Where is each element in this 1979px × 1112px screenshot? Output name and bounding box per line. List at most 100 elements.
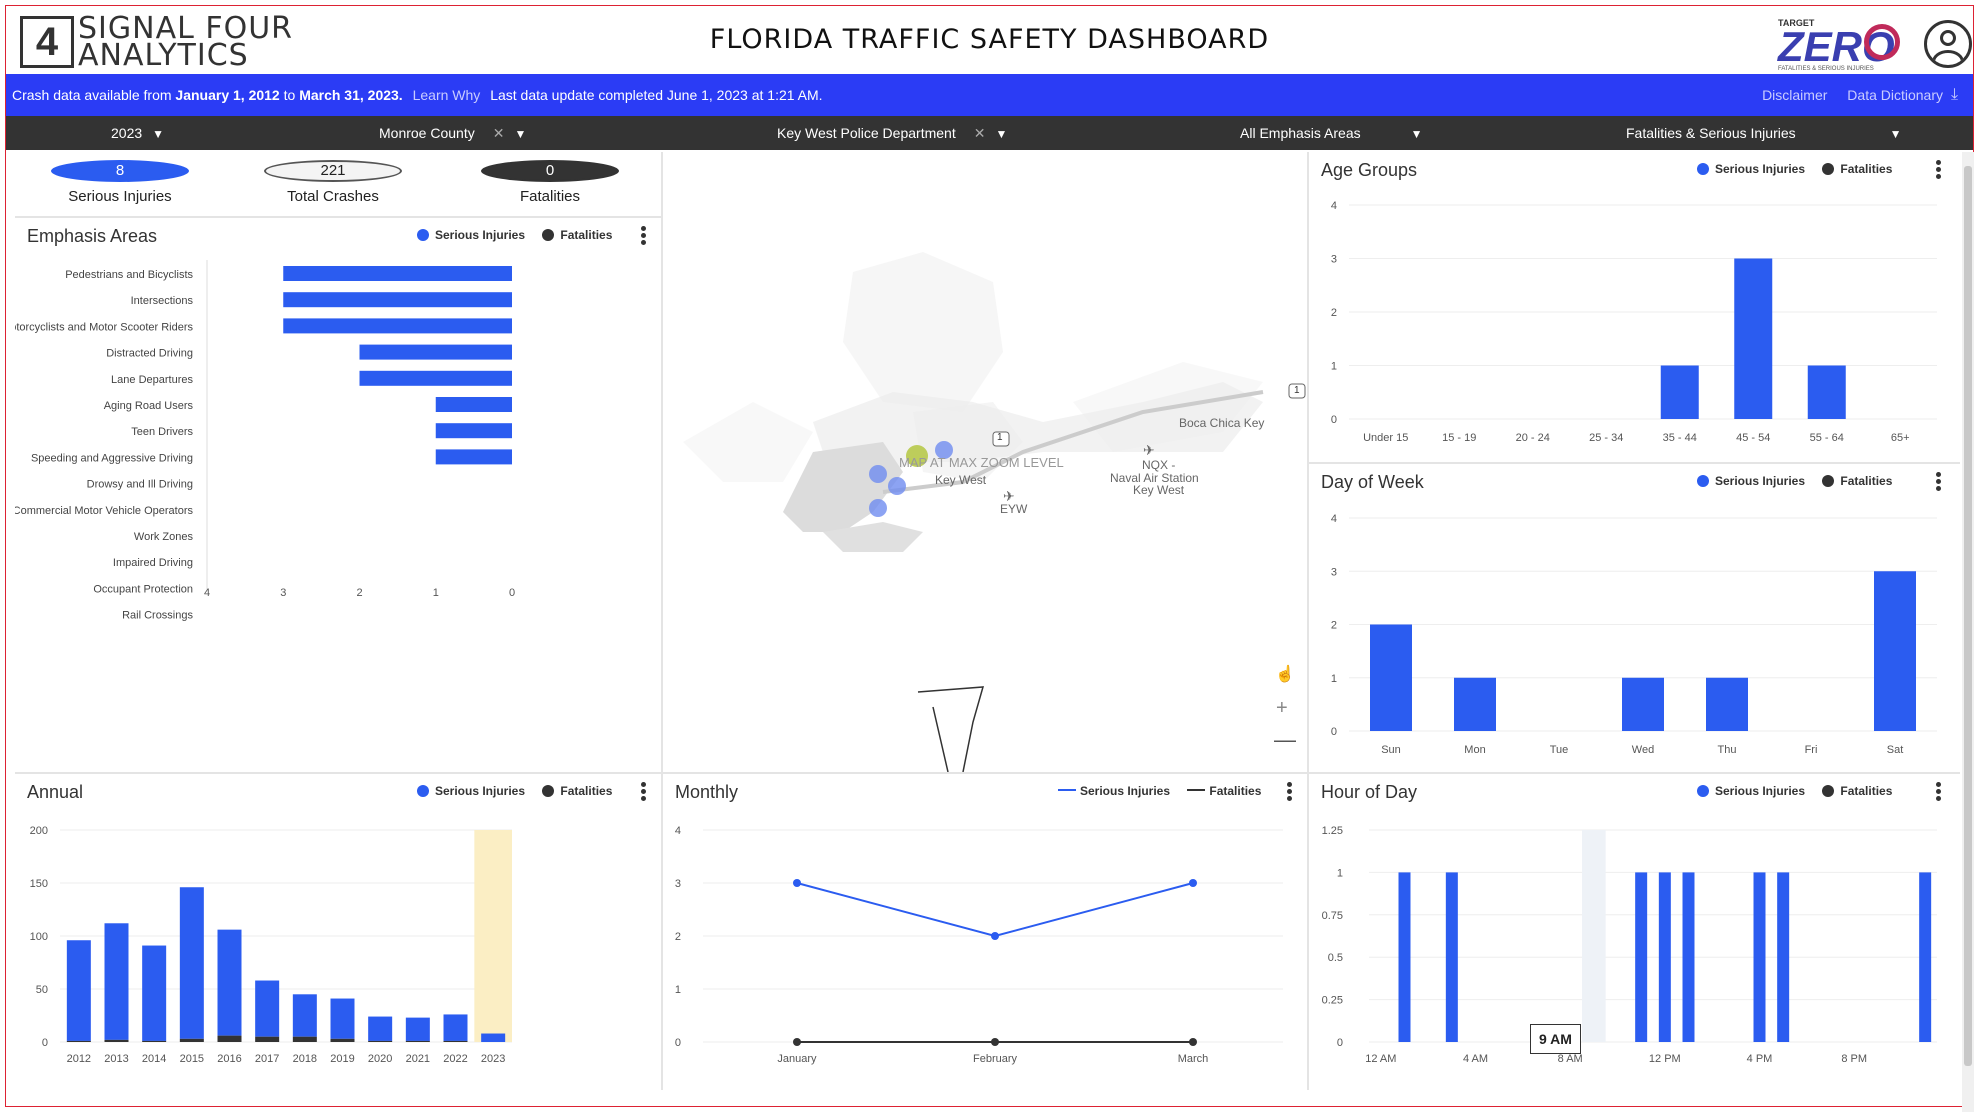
x-tick-label: 2020	[368, 1053, 392, 1065]
clear-icon[interactable]: ✕	[493, 125, 505, 141]
airport-icon: ✈	[1143, 442, 1155, 458]
crash-map[interactable]: MAP AT MAX ZOOM LEVEL Key West EYW ✈ ✈ N…	[663, 152, 1307, 772]
x-tick-label: February	[973, 1053, 1018, 1065]
route-label: 1	[997, 432, 1003, 443]
x-tick-label: Wed	[1632, 744, 1654, 756]
user-avatar-icon[interactable]	[1924, 20, 1972, 68]
bar	[142, 945, 167, 1041]
airport-icon: ✈	[1003, 488, 1015, 504]
category-label: Rail Crossings	[122, 610, 193, 622]
bar	[104, 923, 129, 1040]
bar	[330, 1038, 355, 1042]
key-west-label: Key West	[935, 473, 987, 487]
x-tick-label: 12 AM	[1365, 1053, 1396, 1065]
severity-value: Fatalities & Serious Injuries	[1626, 125, 1796, 141]
x-tick-label: Mon	[1464, 744, 1485, 756]
bar	[443, 1014, 468, 1041]
y-tick-label: 2	[1331, 307, 1337, 319]
severity-select[interactable]: Fatalities & Serious Injuries ▼	[1626, 125, 1902, 141]
monthly-chart: 4 3 2 1 0 January February March	[675, 825, 1283, 1065]
emphasis-select[interactable]: All Emphasis Areas ▼	[1240, 125, 1423, 141]
point	[793, 879, 801, 887]
data-dictionary-link[interactable]: Data Dictionary	[1847, 87, 1943, 103]
chevron-down-icon[interactable]: ▼	[514, 127, 526, 141]
bar	[368, 1016, 393, 1041]
x-tick-label: 2012	[67, 1053, 91, 1065]
bar	[368, 1040, 393, 1042]
x-tick-label: Sun	[1381, 744, 1401, 756]
x-tick-label: 2019	[330, 1053, 354, 1065]
category-label: Pedestrians and Bicyclists	[65, 269, 193, 281]
stat-fatalities[interactable]: 0 Fatalities	[480, 160, 620, 205]
bar	[255, 1036, 280, 1042]
y-tick-label: 0	[42, 1037, 48, 1049]
x-tick-label: Tue	[1550, 744, 1569, 756]
year-value: 2023	[111, 125, 143, 141]
y-tick-label: 150	[30, 878, 48, 890]
bar	[1454, 677, 1496, 731]
year-select[interactable]: 2023 ▼	[111, 125, 164, 141]
y-tick-label: 3	[1331, 566, 1337, 578]
serious-injuries-value: 8	[51, 160, 189, 182]
bar	[481, 1033, 506, 1042]
emphasis-value: All Emphasis Areas	[1240, 125, 1361, 141]
chevron-down-icon[interactable]: ▼	[995, 127, 1007, 141]
bar	[283, 318, 512, 334]
x-tick-label: 2	[356, 587, 362, 599]
x-tick-label: 0	[509, 587, 515, 599]
pan-hand-icon[interactable]: ☝	[1275, 664, 1295, 684]
agency-value: Key West Police Department	[777, 125, 956, 141]
highlight-band	[474, 830, 512, 1042]
x-tick-label: Thu	[1718, 744, 1737, 756]
bar	[142, 1040, 167, 1042]
x-tick-label: 1	[433, 587, 439, 599]
x-tick-label: 2017	[255, 1053, 279, 1065]
page-title: FLORIDA TRAFFIC SAFETY DASHBOARD	[709, 24, 1270, 55]
point	[1189, 1038, 1197, 1046]
y-tick-label: 1	[675, 984, 681, 996]
chevron-down-icon[interactable]: ▼	[1890, 127, 1902, 141]
bar	[1874, 571, 1916, 731]
x-tick-label: 2018	[293, 1053, 317, 1065]
y-tick-label: 3	[1331, 254, 1337, 266]
app-header: 4 SIGNAL FOUR ANALYTICS FLORIDA TRAFFIC …	[6, 6, 1973, 74]
x-tick-label: 12 PM	[1649, 1053, 1681, 1065]
bar	[283, 266, 512, 281]
page-scrollbar[interactable]	[1962, 152, 1974, 1112]
stat-serious-injuries[interactable]: 8 Serious Injuries	[50, 160, 190, 205]
x-tick-label: 8 AM	[1558, 1053, 1583, 1065]
bar	[66, 940, 91, 1041]
bar	[443, 1040, 468, 1042]
chevron-down-icon[interactable]: ▼	[152, 127, 164, 141]
x-tick-label: March	[1178, 1053, 1209, 1065]
county-select[interactable]: Monroe County ✕ ▼	[379, 125, 526, 142]
x-tick-label: 4 AM	[1463, 1053, 1488, 1065]
learn-why-link[interactable]: Learn Why	[413, 87, 481, 103]
point	[991, 1038, 999, 1046]
bar	[1777, 872, 1790, 1042]
y-tick-label: 4	[675, 825, 681, 837]
category-label: Motorcyclists and Motor Scooter Riders	[15, 321, 193, 333]
bar	[179, 1038, 204, 1042]
stat-total-crashes[interactable]: 221 Total Crashes	[263, 160, 403, 205]
download-icon[interactable]: ⤓	[1951, 86, 1965, 103]
zoom-in-icon[interactable]: +	[1276, 697, 1288, 720]
dow-chart: 4 3 2 1 0 Sun Mon Tue Wed Thu Fri Sat	[1331, 513, 1937, 756]
zoom-out-icon[interactable]: —	[1274, 727, 1296, 753]
clear-icon[interactable]: ✕	[974, 125, 986, 141]
bar	[359, 370, 512, 386]
y-tick-label: 4	[1331, 200, 1337, 212]
bar	[1370, 624, 1412, 731]
x-tick-label: January	[777, 1053, 817, 1065]
agency-select[interactable]: Key West Police Department ✕ ▼	[777, 125, 1007, 142]
disclaimer-link[interactable]: Disclaimer	[1762, 87, 1827, 103]
category-label: Distracted Driving	[106, 348, 193, 360]
emphasis-chart: 4 3 2 1 0 Pedestrians and Bicyclists Intersect…	[15, 260, 515, 622]
chevron-down-icon[interactable]: ▼	[1411, 127, 1423, 141]
bar	[217, 1035, 242, 1042]
x-tick-label: 20 - 24	[1516, 432, 1550, 444]
category-label: Teen Drivers	[131, 426, 193, 438]
x-tick-label: 15 - 19	[1442, 432, 1476, 444]
y-tick-label: 0.25	[1322, 995, 1343, 1007]
scrollbar-thumb[interactable]	[1964, 166, 1972, 1066]
